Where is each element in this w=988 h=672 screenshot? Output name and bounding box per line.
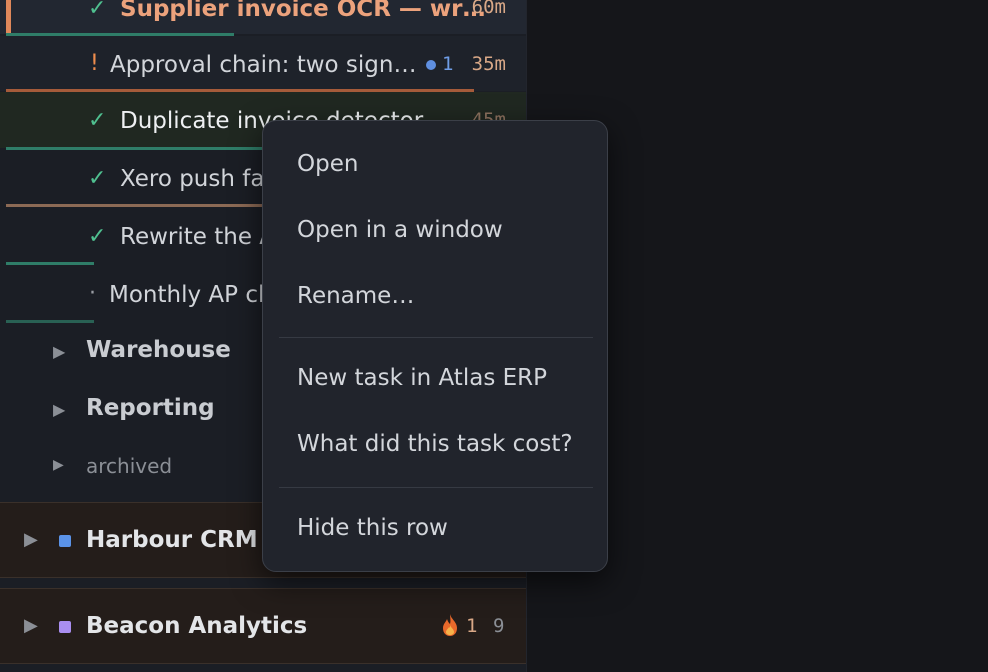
check-icon: ✓ (88, 108, 107, 133)
project-row-beacon-analytics[interactable]: ▶ Beacon Analytics 1 9 (0, 588, 526, 664)
pending-dot-icon: · (89, 281, 96, 306)
menu-item-task-cost[interactable]: What did this task cost? (297, 431, 573, 457)
unread-count: 1 (442, 53, 454, 75)
task-row[interactable]: ! Approval chain: two sign… 1 35m (0, 36, 526, 91)
group-label: Warehouse (86, 337, 231, 363)
triangle-right-icon[interactable]: ▶ (24, 529, 38, 550)
task-title: Monthly AP cl (109, 282, 265, 308)
group-label: archived (86, 454, 173, 478)
task-row[interactable]: ✓ Supplier invoice OCR — wr… 60m (0, 0, 526, 34)
task-progress-bar (6, 320, 94, 323)
task-duration: 35m (471, 53, 506, 75)
task-count: 9 (493, 615, 505, 637)
exclamation-icon: ! (90, 51, 99, 76)
menu-item-open-in-window[interactable]: Open in a window (297, 217, 503, 243)
task-title: Xero push fai (120, 166, 271, 192)
task-progress-bar (6, 262, 94, 265)
project-label: Harbour CRM (86, 527, 258, 553)
project-color-swatch (59, 535, 71, 547)
project-color-swatch (59, 621, 71, 633)
task-duration: 60m (471, 0, 506, 18)
triangle-right-icon[interactable]: ▶ (53, 400, 65, 419)
fire-icon (440, 613, 460, 637)
group-label: Reporting (86, 395, 215, 421)
menu-item-new-task[interactable]: New task in Atlas ERP (297, 365, 547, 391)
task-progress-bar (6, 204, 268, 207)
task-title: Rewrite the A (120, 224, 276, 250)
menu-item-open[interactable]: Open (297, 151, 358, 177)
menu-item-hide-row[interactable]: Hide this row (297, 515, 448, 541)
menu-item-rename[interactable]: Rename… (297, 283, 414, 309)
menu-separator (279, 487, 593, 488)
task-title: Supplier invoice OCR — wr… (120, 0, 486, 22)
triangle-right-icon[interactable]: ▶ (53, 457, 64, 473)
project-label: Beacon Analytics (86, 613, 308, 639)
active-indicator (6, 0, 11, 34)
task-title: Approval chain: two sign… (110, 52, 417, 78)
check-icon: ✓ (88, 224, 107, 249)
check-icon: ✓ (88, 166, 107, 191)
triangle-right-icon[interactable]: ▶ (24, 615, 38, 636)
context-menu: Open Open in a window Rename… New task i… (262, 120, 608, 572)
unread-dot-icon (426, 60, 436, 70)
triangle-right-icon[interactable]: ▶ (53, 342, 65, 361)
fire-count: 1 (466, 615, 478, 637)
menu-separator (279, 337, 593, 338)
check-icon: ✓ (88, 0, 107, 21)
